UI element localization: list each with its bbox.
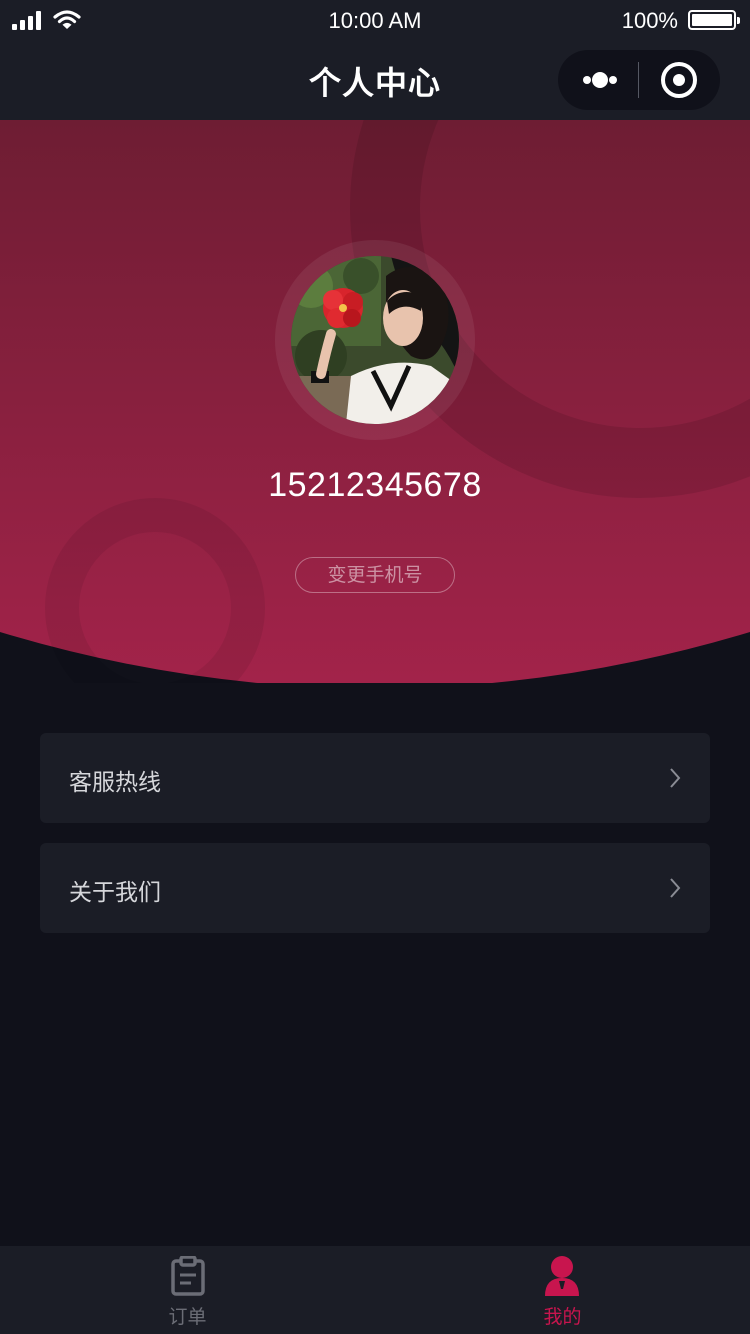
menu-item-label: 关于我们 [69,880,161,906]
close-button[interactable] [639,50,720,110]
tab-orders[interactable]: 订单 [0,1246,375,1334]
battery-icon [688,10,740,30]
more-button[interactable] [558,50,638,110]
tab-bar: 订单 我的 [0,1246,750,1334]
phone-number: 15212345678 [268,466,482,504]
menu-item-customer-hotline[interactable]: 客服热线 [40,733,710,823]
profile-header: 15212345678 变更手机号 [0,120,750,683]
chevron-right-icon [670,768,681,788]
menu-item-label: 客服热线 [69,770,161,796]
tab-label: 我的 [543,1306,582,1328]
tab-mine[interactable]: 我的 [375,1246,750,1334]
status-bar: 10:00 AM 100% [0,0,750,40]
change-phone-button[interactable]: 变更手机号 [295,557,455,593]
battery-level [692,14,732,26]
navigation-bar: 个人中心 [0,40,750,120]
chevron-right-icon [670,878,681,898]
mini-program-capsule [558,50,720,110]
more-dots-icon [583,76,591,84]
avatar-photo [291,256,459,424]
clipboard-icon [171,1256,205,1296]
avatar[interactable] [291,256,459,424]
menu-item-about-us[interactable]: 关于我们 [40,843,710,933]
user-icon [545,1256,579,1296]
tab-label: 订单 [168,1306,207,1328]
battery-percent: 100% [621,8,678,33]
